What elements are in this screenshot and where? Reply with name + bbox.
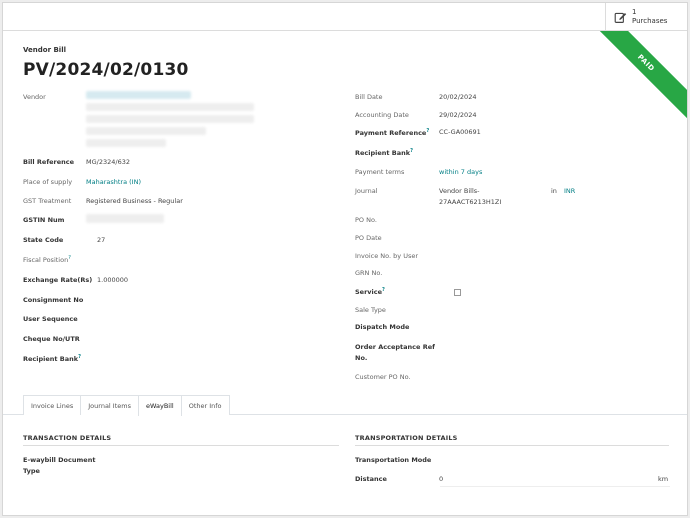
distance-field[interactable]: 0 (439, 475, 443, 483)
dispatch-mode-label: Dispatch Mode (355, 323, 410, 331)
service-label: Service? (355, 287, 385, 297)
order-ack-label-1: Order Acceptance Ref (355, 343, 435, 351)
bill-date-field[interactable]: 20/02/2024 (439, 93, 476, 101)
state-code-field[interactable]: 27 (97, 236, 105, 244)
journal-label: Journal (355, 187, 378, 195)
purchases-count: 1 (632, 8, 637, 16)
tab-journal-items[interactable]: Journal Items (80, 395, 139, 415)
paid-ribbon-wrap: PAID (597, 31, 687, 121)
move-type-label: Vendor Bill (23, 46, 67, 54)
tab-ewaybill[interactable]: eWayBill (137, 395, 182, 416)
help-tooltip-icon: ? (382, 287, 385, 293)
vendor-address-redacted-1 (86, 103, 254, 111)
bill-date-label: Bill Date (355, 93, 383, 101)
journal-field-line1[interactable]: Vendor Bills- (439, 187, 480, 195)
doc-type-label-2: Type (23, 467, 40, 475)
consignment-label: Consignment No (23, 296, 84, 304)
button-box: 1 Purchases (3, 3, 687, 31)
currency-field[interactable]: INR (564, 187, 575, 195)
vendor-address-redacted-4 (86, 139, 166, 147)
place-of-supply-label: Place of supply (23, 178, 73, 186)
help-tooltip-icon: ? (426, 128, 430, 134)
page-title: PV/2024/02/0130 (23, 60, 189, 80)
distance-label: Distance (355, 475, 387, 483)
paid-ribbon: PAID (597, 31, 687, 121)
purchases-label: Purchases (632, 17, 668, 25)
accounting-date-label: Accounting Date (355, 111, 409, 119)
po-date-label: PO Date (355, 234, 382, 242)
gst-treatment-label: GST Treatment (23, 197, 72, 205)
place-of-supply-field[interactable]: Maharashtra (IN) (86, 178, 141, 186)
po-no-label: PO No. (355, 216, 377, 224)
distance-unit: km (658, 475, 669, 483)
bill-reference-label: Bill Reference (23, 158, 75, 166)
gst-treatment-field[interactable]: Registered Business - Regular (86, 197, 183, 205)
payment-terms-field[interactable]: within 7 days (439, 168, 482, 176)
notebook-tabs: Invoice Lines Journal Items eWayBill Oth… (23, 395, 230, 416)
service-checkbox[interactable] (454, 289, 461, 296)
customer-po-label: Customer PO No. (355, 373, 411, 381)
sale-type-label: Sale Type (355, 306, 386, 314)
gstin-redacted[interactable] (86, 214, 164, 223)
vendor-address-redacted-3 (86, 127, 206, 135)
exchange-rate-label: Exchange Rate(Rs) (23, 276, 93, 284)
recipient-bank-label-left: Recipient Bank? (23, 354, 81, 364)
payment-reference-label: Payment Reference? (355, 128, 430, 138)
payment-terms-label: Payment terms (355, 168, 405, 176)
exchange-rate-field[interactable]: 1.000000 (97, 276, 128, 284)
distance-input-underline (440, 486, 670, 487)
grn-label: GRN No. (355, 269, 383, 277)
state-code-label: State Code (23, 236, 64, 244)
accounting-date-field[interactable]: 29/02/2024 (439, 111, 476, 119)
cheque-label: Cheque No/UTR (23, 335, 80, 343)
bill-reference-field[interactable]: MG/2324/632 (86, 158, 130, 166)
journal-in-text: in (551, 187, 557, 195)
tab-invoice-lines[interactable]: Invoice Lines (23, 395, 82, 415)
vendor-address-redacted-2 (86, 115, 254, 123)
doc-type-label-1: E-waybill Document (23, 456, 96, 464)
transportation-details-title: TRANSPORTATION DETAILS (355, 434, 458, 442)
transportation-divider (355, 445, 669, 446)
purchases-smart-button[interactable]: 1 Purchases (605, 3, 687, 31)
vendor-name-redacted[interactable] (86, 91, 191, 99)
form-sheet: 1 Purchases PAID Vendor Bill PV/2024/02/… (2, 2, 688, 516)
journal-field-line2[interactable]: 27AAACT6213H1ZI (439, 198, 501, 206)
order-ack-label-2: No. (355, 354, 368, 362)
recipient-bank-label-right: Recipient Bank? (355, 148, 413, 158)
vendor-label: Vendor (23, 93, 46, 101)
help-tooltip-icon: ? (410, 148, 413, 154)
help-tooltip-icon: ? (68, 255, 71, 261)
transport-mode-label: Transportation Mode (355, 456, 432, 464)
invoice-no-user-label: Invoice No. by User (355, 252, 419, 260)
help-tooltip-icon: ? (78, 354, 81, 360)
user-sequence-label: User Sequence (23, 315, 78, 323)
edit-icon (614, 12, 627, 23)
fiscal-position-label: Fiscal Position? (23, 255, 71, 265)
transaction-divider (23, 445, 339, 446)
tab-other-info[interactable]: Other Info (180, 395, 230, 415)
transaction-details-title: TRANSACTION DETAILS (23, 434, 112, 442)
gstin-label: GSTIN Num (23, 216, 65, 224)
payment-reference-field[interactable]: CC-GA00691 (439, 128, 481, 136)
